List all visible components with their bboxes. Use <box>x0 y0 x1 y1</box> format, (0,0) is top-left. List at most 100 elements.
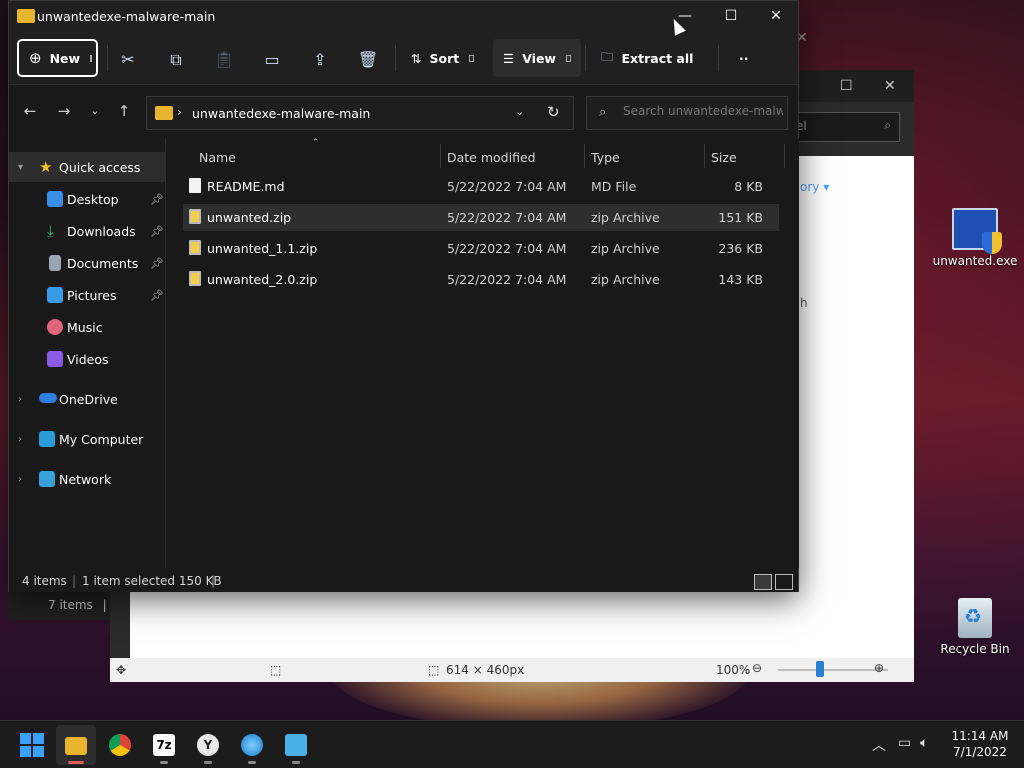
column-header-type[interactable]: Type <box>591 144 620 172</box>
display-icon[interactable]: ▭ <box>898 735 911 751</box>
rename-icon[interactable]: ▭ <box>261 49 283 71</box>
taskbar-network-app[interactable] <box>232 725 272 765</box>
expand-chevron-icon[interactable]: › <box>18 474 22 485</box>
zoom-out-icon[interactable]: ⊖ <box>752 661 762 675</box>
globe-icon <box>241 734 263 756</box>
y-app-icon: Y <box>197 734 219 756</box>
sort-button[interactable]: ⇅ Sort <box>401 39 484 77</box>
computer-icon <box>39 431 55 447</box>
share-icon[interactable]: ⇪ <box>309 49 331 71</box>
nav-item-my-computer[interactable]: › My Computer <box>9 424 166 454</box>
delete-icon[interactable]: 🗑︎ <box>357 49 379 71</box>
nav-item-label: Downloads <box>67 223 136 239</box>
view-label: View <box>522 50 556 66</box>
paste-icon[interactable]: 📋︎ <box>213 49 235 71</box>
nav-item-network[interactable]: › Network <box>9 464 166 494</box>
nav-item-documents[interactable]: Documents 📌︎ <box>9 248 166 278</box>
file-type: MD File <box>591 179 637 194</box>
zoom-in-icon[interactable]: ⊕ <box>874 661 884 675</box>
sort-ascending-icon: ⌃ <box>312 138 320 148</box>
column-header-name[interactable]: Name <box>199 144 236 172</box>
refresh-icon[interactable]: ↻ <box>547 103 560 121</box>
taskbar-paint[interactable] <box>276 725 316 765</box>
column-header-size[interactable]: Size <box>711 144 737 172</box>
cut-icon[interactable]: ✂ <box>117 49 139 71</box>
zoom-slider-thumb[interactable] <box>816 661 824 677</box>
nav-item-onedrive[interactable]: › OneDrive <box>9 384 166 414</box>
new-button[interactable]: ⊕ New <box>17 39 98 77</box>
nav-item-music[interactable]: Music <box>9 312 166 342</box>
nav-item-label: Music <box>67 319 103 335</box>
large-icons-view-icon[interactable] <box>775 574 793 590</box>
bg-text-fragment: h <box>800 296 808 310</box>
taskbar-chrome[interactable] <box>100 725 140 765</box>
up-arrow-icon[interactable]: ↑ <box>113 102 135 120</box>
file-row[interactable]: README.md 5/22/2022 7:04 AM MD File 8 KB <box>183 173 779 200</box>
column-header-date[interactable]: Date modified <box>447 144 536 172</box>
breadcrumb-chevron-icon[interactable]: › <box>177 105 182 119</box>
clock-date: 7/1/2022 <box>953 745 1007 759</box>
behind-item-count: 7 items <box>48 598 93 612</box>
nav-item-desktop[interactable]: Desktop 📌︎ <box>9 184 166 214</box>
taskbar-app-y[interactable]: Y <box>188 725 228 765</box>
nav-item-pictures[interactable]: Pictures 📌︎ <box>9 280 166 310</box>
expand-chevron-icon[interactable]: › <box>18 434 22 445</box>
nav-item-label: My Computer <box>59 431 144 447</box>
desktop-icon-label: Recycle Bin <box>940 642 1010 656</box>
address-dropdown-icon[interactable]: ⌄ <box>515 105 524 118</box>
bg-close-icon[interactable]: ✕ <box>884 78 896 94</box>
bg-maximize-icon[interactable]: ☐ <box>840 78 853 94</box>
desktop-icon-label: unwanted.exe <box>932 254 1018 268</box>
bg-statusbar: ✥ ⬚ ⬚ 614 × 460px 100% ⊖ ⊕ <box>110 658 914 682</box>
taskbar-7zip[interactable]: 7z <box>144 725 184 765</box>
desktop-icon-recycle-bin[interactable]: Recycle Bin <box>930 598 1020 656</box>
address-bar[interactable]: › unwantedexe-malware-main ⌄ ↻ <box>146 96 574 130</box>
bg-link[interactable]: ory ▾ <box>800 180 829 194</box>
file-explorer-icon <box>65 737 87 755</box>
recent-locations-chevron-icon[interactable]: ⌄ <box>84 104 106 117</box>
file-row[interactable]: unwanted_1.1.zip 5/22/2022 7:04 AM zip A… <box>183 235 779 262</box>
breadcrumb-current[interactable]: unwantedexe-malware-main <box>192 106 370 121</box>
search-box[interactable]: ⌕ <box>586 96 788 130</box>
clock[interactable]: 11:14 AM 7/1/2022 <box>940 728 1020 760</box>
nav-item-downloads[interactable]: ⤓ Downloads 📌︎ <box>9 216 166 246</box>
view-icon: ☰ <box>503 50 515 66</box>
expand-chevron-icon[interactable]: ▾ <box>18 162 23 173</box>
expand-chevron-icon[interactable]: › <box>18 394 22 405</box>
search-input[interactable] <box>623 104 783 118</box>
forward-arrow-icon[interactable]: → <box>53 102 75 120</box>
file-row-selected[interactable]: unwanted.zip 5/22/2022 7:04 AM zip Archi… <box>183 204 779 231</box>
more-options-button[interactable]: ·· <box>729 39 759 77</box>
file-row[interactable]: unwanted_2.0.zip 5/22/2022 7:04 AM zip A… <box>183 266 779 293</box>
desktop-icon-unwanted-exe[interactable]: unwanted.exe <box>930 208 1020 268</box>
file-list: ⌃ Name Date modified Type Size README.md… <box>167 138 799 568</box>
volume-icon[interactable]: 🔈︎ <box>920 735 928 751</box>
cloud-icon <box>39 393 57 403</box>
taskbar-file-explorer[interactable] <box>56 725 96 765</box>
file-explorer-window[interactable]: unwantedexe-malware-main — ☐ ✕ ⊕ New ✂ ⧉… <box>8 0 799 592</box>
start-button[interactable] <box>20 733 44 757</box>
back-arrow-icon[interactable]: ← <box>19 102 41 120</box>
text-file-icon <box>189 178 201 193</box>
extract-all-button[interactable]: 🗀︎ Extract all <box>591 39 703 77</box>
file-name: README.md <box>207 179 285 194</box>
search-icon: ⌕ <box>599 105 607 120</box>
details-view-icon[interactable] <box>754 574 772 590</box>
close-button[interactable]: ✕ <box>756 5 796 29</box>
pin-icon: 📌︎ <box>150 288 164 302</box>
view-button[interactable]: ☰ View <box>493 39 581 77</box>
nav-quick-access[interactable]: ▾ ★ Quick access <box>9 152 166 182</box>
pin-icon: 📌︎ <box>150 224 164 238</box>
nav-item-label: Documents <box>67 255 139 271</box>
more-icon: ·· <box>739 50 749 66</box>
nav-item-videos[interactable]: Videos <box>9 344 166 374</box>
copy-icon[interactable]: ⧉ <box>165 49 187 71</box>
bg-search-icon: ⌕ <box>884 118 891 132</box>
music-icon <box>47 319 63 335</box>
show-hidden-icons-chevron-icon[interactable]: ︿ <box>872 735 886 755</box>
selection-icon: ⬚ <box>270 663 282 677</box>
zoom-slider[interactable] <box>778 669 888 671</box>
maximize-button[interactable]: ☐ <box>711 5 751 29</box>
file-size: 143 KB <box>718 272 763 287</box>
file-date: 5/22/2022 7:04 AM <box>447 241 567 256</box>
